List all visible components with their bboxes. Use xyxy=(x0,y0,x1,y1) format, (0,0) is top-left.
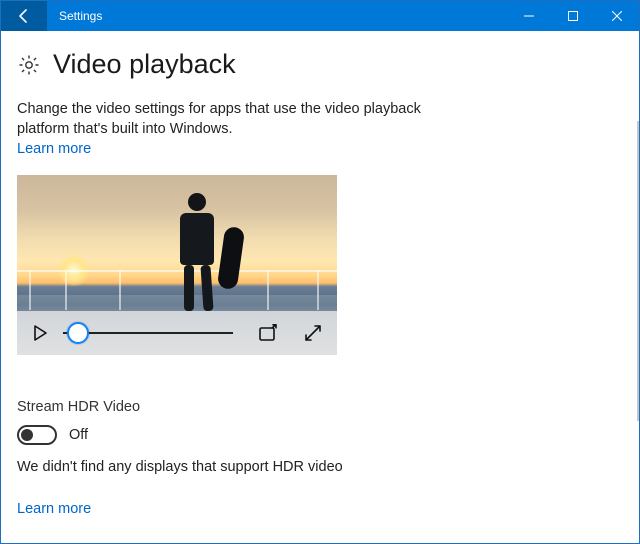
window-controls xyxy=(507,1,639,31)
pip-icon xyxy=(259,324,279,342)
minimize-button[interactable] xyxy=(507,1,551,31)
gear-icon xyxy=(17,53,41,77)
window-title: Settings xyxy=(47,1,507,31)
content-area: Video playback Change the video settings… xyxy=(1,31,639,543)
hdr-toggle-row: Off xyxy=(17,425,623,445)
hdr-toggle[interactable] xyxy=(17,425,57,445)
hdr-status-message: We didn't find any displays that support… xyxy=(17,459,623,475)
close-button[interactable] xyxy=(595,1,639,31)
page-title: Video playback xyxy=(53,49,236,80)
person-silhouette xyxy=(167,193,227,313)
arrow-left-icon xyxy=(16,8,32,24)
titlebar: Settings xyxy=(1,1,639,31)
page-header: Video playback xyxy=(17,49,623,80)
back-button[interactable] xyxy=(1,1,47,31)
toggle-knob xyxy=(21,429,33,441)
minimize-icon xyxy=(524,11,534,21)
page-description: Change the video settings for apps that … xyxy=(17,100,447,139)
hdr-toggle-state: Off xyxy=(69,427,88,443)
learn-more-link-playback[interactable]: Learn more xyxy=(17,141,91,157)
play-button[interactable] xyxy=(31,324,49,342)
settings-window: Settings xyxy=(0,0,640,544)
seek-slider[interactable] xyxy=(63,321,233,345)
play-icon xyxy=(31,324,49,342)
vertical-scrollbar[interactable] xyxy=(637,121,639,421)
video-controls-bar xyxy=(17,311,337,355)
hdr-section-label: Stream HDR Video xyxy=(17,399,623,415)
seek-thumb[interactable] xyxy=(67,322,89,344)
maximize-button[interactable] xyxy=(551,1,595,31)
maximize-icon xyxy=(568,11,578,21)
close-icon xyxy=(612,11,622,21)
fullscreen-button[interactable] xyxy=(303,323,323,343)
video-preview[interactable] xyxy=(17,175,337,355)
fullscreen-icon xyxy=(303,323,323,343)
picture-in-picture-button[interactable] xyxy=(259,324,279,342)
learn-more-link-hdr[interactable]: Learn more xyxy=(17,501,91,517)
